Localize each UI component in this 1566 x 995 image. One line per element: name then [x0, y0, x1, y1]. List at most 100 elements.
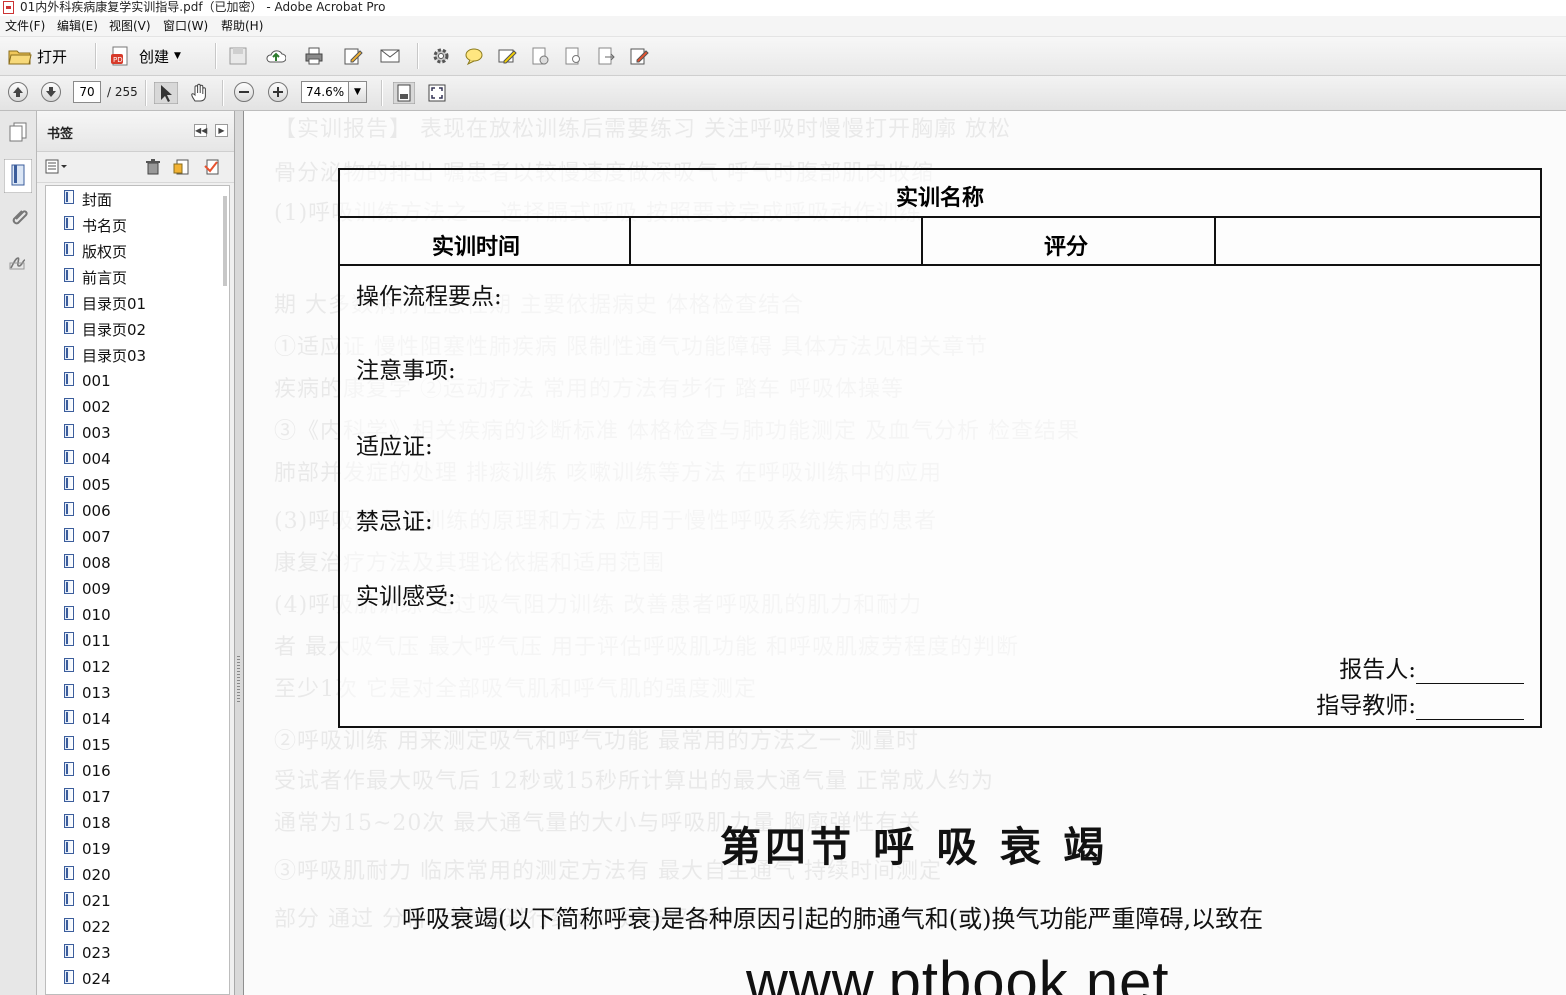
bookmark-item[interactable]: 前言页 — [64, 266, 127, 288]
bookmark-item[interactable]: 005 — [64, 474, 111, 496]
bookmark-icon — [64, 918, 74, 932]
bookmark-label: 目录页02 — [82, 320, 147, 339]
bookmark-item[interactable]: 018 — [64, 812, 111, 834]
bookmark-item[interactable]: 016 — [64, 760, 111, 782]
email-icon[interactable] — [380, 46, 400, 66]
bookmark-item[interactable]: 004 — [64, 448, 111, 470]
cloud-upload-icon[interactable] — [266, 46, 286, 66]
menu-edit[interactable]: 编辑(E) — [57, 18, 98, 34]
document-view[interactable]: 【实训报告】 表现在放松训练后需要练习 关注呼吸时慢慢打开胸廓 放松 骨分泌物的… — [244, 111, 1566, 995]
zoom-level-input[interactable]: 74.6% — [301, 81, 349, 103]
training-name-label: 实训名称 — [895, 186, 984, 211]
bookmark-item[interactable]: 008 — [64, 552, 111, 574]
create-button[interactable]: PDF 创建 ▼ — [110, 45, 181, 67]
edit-document-icon[interactable] — [343, 46, 363, 66]
bookmark-item[interactable]: 010 — [64, 604, 111, 626]
new-bookmark-icon[interactable] — [173, 158, 191, 176]
bookmark-label: 书名页 — [82, 216, 128, 235]
splitter-grip[interactable] — [237, 656, 240, 702]
hand-tool-icon[interactable] — [189, 83, 209, 103]
bookmarks-icon[interactable] — [4, 159, 32, 193]
page-thumbnails-icon[interactable] — [8, 121, 28, 143]
bookmark-item[interactable]: 目录页02 — [64, 318, 146, 340]
bookmark-icon — [64, 762, 74, 776]
form-edit-icon[interactable] — [629, 46, 649, 66]
bookmark-item[interactable]: 017 — [64, 786, 111, 808]
bookmark-icon — [64, 398, 74, 412]
menu-window[interactable]: 窗口(W) — [163, 18, 208, 34]
bookmark-item[interactable]: 023 — [64, 942, 111, 964]
panel-splitter[interactable] — [235, 111, 244, 995]
bookmark-item[interactable]: 006 — [64, 500, 111, 522]
previous-page-button[interactable] — [8, 82, 28, 102]
bookmark-item[interactable]: 015 — [64, 734, 111, 756]
bookmark-icon — [64, 710, 74, 724]
acrobat-app-icon — [3, 1, 14, 14]
bookmark-options-icon[interactable] — [45, 158, 69, 176]
procedure-points-label: 操作流程要点: — [356, 284, 502, 310]
open-button[interactable]: 打开 — [8, 45, 67, 67]
zoom-dropdown-button[interactable]: ▼ — [349, 81, 367, 103]
bookmark-item[interactable]: 024 — [64, 968, 111, 990]
comment-icon[interactable] — [464, 46, 484, 66]
arrow-down-icon — [46, 87, 56, 97]
bookmark-item[interactable]: 022 — [64, 916, 111, 938]
menu-view[interactable]: 视图(V) — [109, 18, 151, 34]
bookmark-item[interactable]: 019 — [64, 838, 111, 860]
bookmark-icon — [64, 736, 74, 750]
expand-bookmark-icon[interactable] — [203, 158, 221, 176]
bookmark-label: 封面 — [82, 190, 113, 209]
reporter-signature: 报告人: — [1339, 650, 1524, 684]
zoom-in-button[interactable] — [268, 82, 288, 102]
panel-options-button[interactable]: ▶ — [215, 124, 228, 137]
menu-help[interactable]: 帮助(H) — [221, 18, 263, 34]
bookmark-item[interactable]: 目录页03 — [64, 344, 146, 366]
bookmark-item[interactable]: 007 — [64, 526, 111, 548]
bookmark-label: 目录页03 — [82, 346, 147, 365]
zoom-out-button[interactable] — [234, 82, 254, 102]
next-page-button[interactable] — [41, 82, 61, 102]
svg-text:PDF: PDF — [113, 56, 127, 64]
bookmark-item[interactable]: 014 — [64, 708, 111, 730]
signature-line — [1416, 663, 1524, 684]
bookmark-item[interactable]: 003 — [64, 422, 111, 444]
page-number-input[interactable]: 70 — [73, 81, 101, 103]
bookmark-item[interactable]: 书名页 — [64, 214, 127, 236]
bookmark-icon — [64, 944, 74, 958]
training-feedback-label: 实训感受: — [356, 584, 456, 610]
sign-document-icon[interactable] — [563, 46, 583, 66]
fit-page-icon[interactable] — [393, 82, 415, 104]
bookmark-item[interactable]: 001 — [64, 370, 111, 392]
bookmark-item[interactable]: 021 — [64, 890, 111, 912]
bookmark-icon — [64, 294, 74, 308]
gear-icon[interactable] — [431, 46, 451, 66]
bookmark-item[interactable]: 版权页 — [64, 240, 127, 262]
bookmark-item[interactable]: 目录页01 — [64, 292, 146, 314]
menu-file[interactable]: 文件(F) — [5, 18, 45, 34]
bookmark-item[interactable]: 020 — [64, 864, 111, 886]
save-icon[interactable] — [228, 46, 248, 66]
select-tool-icon[interactable] — [154, 82, 178, 104]
toolbar-separator — [222, 80, 224, 106]
collapse-panel-button[interactable]: ◀◀ — [194, 124, 207, 137]
bookmark-label: 版权页 — [82, 242, 128, 261]
bookmarks-scrollbar-thumb[interactable] — [223, 196, 227, 286]
bookmarks-tools — [37, 152, 234, 183]
print-icon[interactable] — [304, 46, 324, 66]
highlight-icon[interactable] — [497, 46, 517, 66]
export-document-icon[interactable] — [596, 46, 616, 66]
secure-document-icon[interactable] — [530, 46, 550, 66]
attachments-icon[interactable] — [8, 207, 28, 229]
bookmark-item[interactable]: 封面 — [64, 188, 112, 210]
signatures-icon[interactable] — [8, 251, 28, 273]
bookmark-item[interactable]: 009 — [64, 578, 111, 600]
bookmark-item[interactable]: 012 — [64, 656, 111, 678]
bookmark-item[interactable]: 013 — [64, 682, 111, 704]
navigation-pane-rail — [0, 111, 37, 995]
bookmark-item[interactable]: 011 — [64, 630, 111, 652]
chevron-down-icon: ▼ — [354, 87, 361, 97]
bookmark-icon — [64, 554, 74, 568]
trash-icon[interactable] — [145, 158, 161, 176]
bookmark-item[interactable]: 002 — [64, 396, 111, 418]
full-screen-icon[interactable] — [427, 83, 447, 103]
